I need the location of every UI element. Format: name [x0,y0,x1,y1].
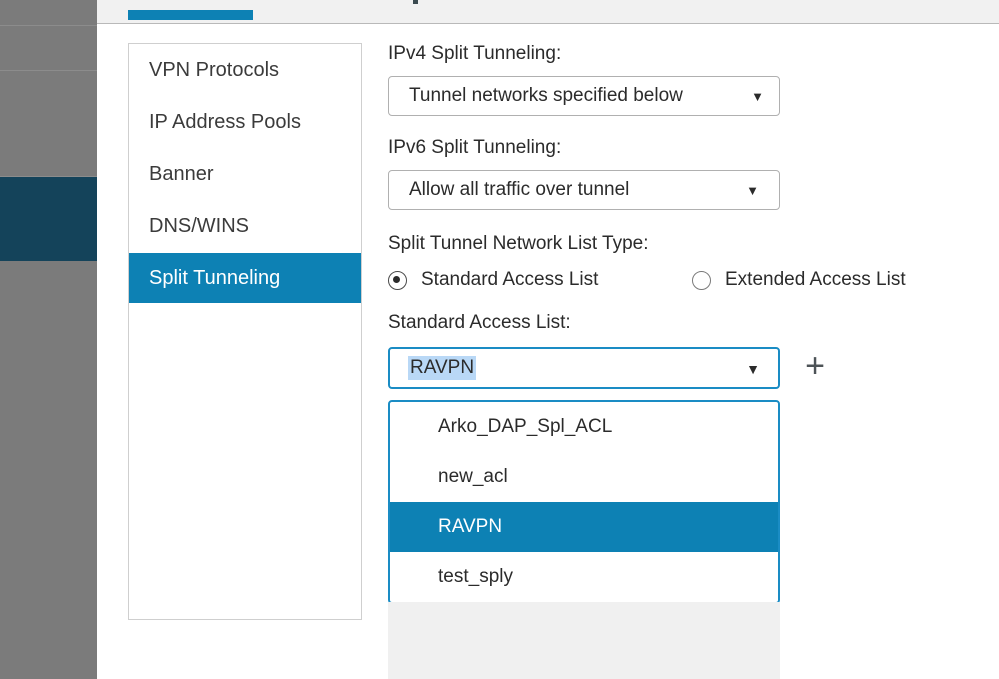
main-content-area: VPN Protocols IP Address Pools Banner DN… [97,0,999,679]
tab-strip [97,0,999,24]
split-tunneling-form: IPv4 Split Tunneling: Tunnel networks sp… [388,43,988,389]
dropdown-option-label: new_acl [438,466,508,487]
radio-label-standard: Standard Access List [421,269,599,290]
settings-item-label: Split Tunneling [149,267,281,289]
standard-access-list-input[interactable]: RAVPN ▼ [388,347,780,389]
chevron-down-icon[interactable]: ▼ [746,362,760,376]
clipped-tab-glyph [413,0,418,4]
radio-option-extended-access-list[interactable]: Extended Access List [692,269,906,291]
dropdown-option-selected[interactable]: RAVPN [390,502,778,552]
settings-item-banner[interactable]: Banner [129,149,361,199]
rail-row-5[interactable] [0,261,97,679]
ipv6-split-tunneling-select[interactable]: Allow all traffic over tunnel ▼ [388,170,780,210]
dropdown-option[interactable]: Arko_DAP_Spl_ACL [390,402,778,452]
dropdown-option-label: Arko_DAP_Spl_ACL [438,416,613,437]
settings-item-label: DNS/WINS [149,215,249,237]
dropdown-option[interactable]: new_acl [390,452,778,502]
split-tunnel-network-list-type-label: Split Tunnel Network List Type: [388,233,649,254]
radio-button-standard[interactable] [388,270,407,290]
standard-access-list-value: RAVPN [408,356,477,380]
settings-item-label: Banner [149,163,214,185]
tab-active-indicator[interactable] [128,10,253,20]
dropdown-option[interactable]: test_sply [390,552,778,602]
ipv4-split-tunneling-label: IPv4 Split Tunneling: [388,43,562,64]
outer-navigation-rail [0,0,97,679]
ipv6-split-tunneling-label: IPv6 Split Tunneling: [388,137,562,158]
rail-row-active[interactable] [0,177,97,261]
form-footer-background [388,602,780,679]
radio-button-extended[interactable] [692,270,711,290]
ipv6-split-tunneling-value: Allow all traffic over tunnel [409,179,630,200]
rail-row-3[interactable] [0,71,97,177]
standard-access-list-dropdown[interactable]: Arko_DAP_Spl_ACL new_acl RAVPN test_sply [388,400,780,604]
settings-item-label: VPN Protocols [149,59,280,81]
settings-item-label: IP Address Pools [149,111,301,133]
settings-list-panel: VPN Protocols IP Address Pools Banner DN… [128,43,362,620]
dropdown-option-label: test_sply [438,566,513,587]
chevron-down-icon: ▼ [746,183,759,198]
ipv4-split-tunneling-select[interactable]: Tunnel networks specified below ▼ [388,76,780,116]
ipv4-split-tunneling-value: Tunnel networks specified below [409,85,683,106]
dropdown-option-label: RAVPN [438,516,503,537]
radio-option-standard-access-list[interactable]: Standard Access List [388,269,598,291]
standard-access-list-combobox-row: RAVPN ▼ + [388,347,988,389]
rail-row-2[interactable] [0,26,97,71]
chevron-down-icon: ▼ [751,89,764,104]
plus-icon[interactable]: + [800,349,830,383]
radio-label-extended: Extended Access List [725,269,906,290]
rail-row-1[interactable] [0,0,97,26]
settings-item-dns-wins[interactable]: DNS/WINS [129,201,361,251]
settings-item-ip-address-pools[interactable]: IP Address Pools [129,97,361,147]
settings-item-vpn-protocols[interactable]: VPN Protocols [129,45,361,95]
standard-access-list-label: Standard Access List: [388,312,571,333]
network-list-type-radio-group: Standard Access List Extended Access Lis… [388,269,988,295]
settings-item-split-tunneling[interactable]: Split Tunneling [129,253,361,303]
